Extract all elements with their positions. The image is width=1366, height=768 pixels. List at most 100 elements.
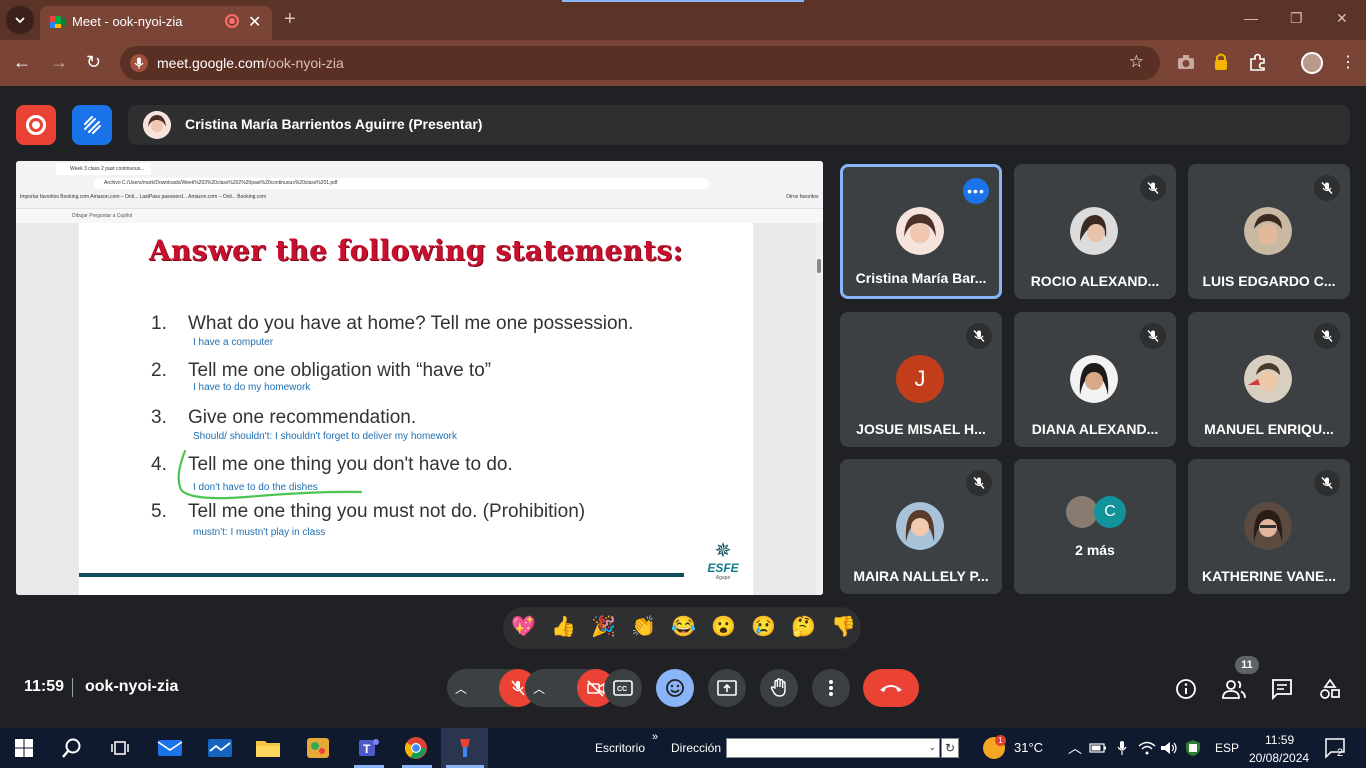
microphone-in-use-icon[interactable] xyxy=(130,54,148,72)
chevron-down-icon[interactable]: ⌄ xyxy=(928,742,936,753)
address-bar[interactable]: meet.google.com/ook-nyoi-zia ☆ xyxy=(120,46,1160,80)
reaction-surprised[interactable]: 😮 xyxy=(711,615,736,639)
participant-tile[interactable]: ROCIO ALEXAND... xyxy=(1014,164,1176,299)
participant-name: Cristina María Bar... xyxy=(855,270,987,286)
participant-avatar xyxy=(1244,207,1292,255)
audio-control-group: ︿ xyxy=(447,669,537,707)
paint-app[interactable] xyxy=(304,735,332,761)
battery-icon[interactable] xyxy=(1087,735,1109,761)
reaction-thumbs-up[interactable]: 👍 xyxy=(551,615,576,639)
chat-button[interactable] xyxy=(1270,677,1294,701)
address-toolbar-input[interactable]: ⌄ xyxy=(726,738,940,758)
audio-options-chevron-icon[interactable]: ︿ xyxy=(455,680,467,697)
forward-button[interactable]: → xyxy=(50,53,68,71)
shared-screen: Week 3 class 2 past continuous... Archiv… xyxy=(16,161,823,595)
more-options-button[interactable]: ••• xyxy=(963,178,989,204)
slide-footer-line xyxy=(79,573,684,577)
window-close-button[interactable]: ✕ xyxy=(1336,10,1348,27)
file-explorer-app[interactable] xyxy=(254,735,282,761)
shared-bookmarks: Importar favoritos Booking.com Amazon.co… xyxy=(20,194,267,200)
answer-1: I have a computer xyxy=(193,337,274,348)
tab-close-button[interactable]: ✕ xyxy=(248,12,261,32)
stocks-app[interactable] xyxy=(206,735,234,761)
profile-avatar[interactable] xyxy=(1301,52,1323,74)
recording-button[interactable] xyxy=(16,105,56,145)
browser-menu-button[interactable]: ⋮ xyxy=(1340,52,1356,72)
back-button[interactable]: ← xyxy=(13,53,31,71)
volume-icon[interactable] xyxy=(1158,735,1180,761)
present-screen-button[interactable] xyxy=(708,669,746,707)
camera-off-icon xyxy=(587,680,605,697)
folder-icon xyxy=(256,741,280,757)
reaction-thinking[interactable]: 🤔 xyxy=(791,615,816,639)
tab-search-button[interactable] xyxy=(6,6,34,34)
camera-in-use-icon[interactable] xyxy=(1175,51,1197,73)
raise-hand-button[interactable] xyxy=(760,669,798,707)
input-language[interactable]: ESP xyxy=(1215,741,1239,755)
task-view-button[interactable] xyxy=(106,735,134,761)
reload-button[interactable]: ↻ xyxy=(86,53,101,71)
reaction-heart[interactable]: 💖 xyxy=(511,615,536,639)
participant-tile[interactable]: MAIRA NALLELY P... xyxy=(840,459,1002,594)
pdf-scrollbar[interactable] xyxy=(816,223,823,595)
reaction-thumbs-down[interactable]: 👎 xyxy=(831,615,856,639)
mail-app[interactable] xyxy=(156,735,184,761)
browser-tab-meet[interactable]: Meet - ook-nyoi-zia ✕ xyxy=(40,6,272,40)
notifications-button[interactable]: 2 xyxy=(1324,737,1348,759)
taskbar-time[interactable]: 11:59 xyxy=(1265,733,1294,747)
hand-icon xyxy=(770,678,786,697)
maximize-button[interactable]: ❐ xyxy=(1290,10,1303,27)
logo-subtext: Agape xyxy=(715,575,731,581)
meet-app-active[interactable] xyxy=(451,735,479,761)
taskbar-date[interactable]: 20/08/2024 xyxy=(1249,751,1309,765)
scrollbar-thumb[interactable] xyxy=(817,259,821,273)
reaction-laugh[interactable]: 😂 xyxy=(671,615,696,639)
minimize-button[interactable]: — xyxy=(1244,10,1258,26)
question-3: 3. Give one recommendation. xyxy=(151,407,416,429)
meet-stage: Cristina María Barrientos Aguirre (Prese… xyxy=(0,86,1366,728)
reaction-clap[interactable]: 👏 xyxy=(631,615,656,639)
activities-button[interactable] xyxy=(1318,677,1342,701)
security-shield-icon[interactable] xyxy=(1182,735,1204,761)
extension-lock-icon[interactable] xyxy=(1210,51,1232,73)
people-button[interactable] xyxy=(1222,677,1246,701)
mic-off-icon xyxy=(966,470,992,496)
question-2: 2. Tell me one obligation with “have to” xyxy=(151,360,491,382)
participant-tile[interactable]: KATHERINE VANE... xyxy=(1188,459,1350,594)
new-tab-button[interactable]: + xyxy=(284,8,296,31)
more-participants-tile[interactable]: C 2 más xyxy=(1014,459,1176,594)
more-options-button[interactable] xyxy=(812,669,850,707)
participant-tile[interactable]: DIANA ALEXAND... xyxy=(1014,312,1176,447)
reaction-sad[interactable]: 😢 xyxy=(751,615,776,639)
captions-button[interactable]: CC xyxy=(604,669,642,707)
wifi-icon[interactable] xyxy=(1136,735,1158,761)
participant-tile[interactable]: MANUEL ENRIQU... xyxy=(1188,312,1350,447)
start-button[interactable] xyxy=(10,735,38,761)
participant-tile[interactable]: ••• Cristina María Bar... xyxy=(840,164,1002,299)
participant-count-badge: 11 xyxy=(1235,656,1259,674)
participant-tile[interactable]: LUIS EDGARDO C... xyxy=(1188,164,1350,299)
leave-call-button[interactable] xyxy=(863,669,919,707)
temperature[interactable]: 31°C xyxy=(1014,740,1043,755)
meeting-info-button[interactable] xyxy=(1174,677,1198,701)
video-options-chevron-icon[interactable]: ︿ xyxy=(533,680,545,697)
reaction-party[interactable]: 🎉 xyxy=(591,615,616,639)
microphone-tray-icon[interactable] xyxy=(1112,735,1132,761)
mic-off-icon xyxy=(1314,470,1340,496)
teams-app[interactable]: T xyxy=(354,735,382,761)
bookmark-star-icon[interactable]: ☆ xyxy=(1129,52,1144,72)
address-go-button[interactable]: ↻ xyxy=(941,738,959,758)
shared-other-favorites: Otros favoritos xyxy=(786,194,819,200)
taskbar-search-button[interactable] xyxy=(58,735,86,761)
url-host: meet.google.com xyxy=(157,55,265,71)
desktop-toolbar-label[interactable]: Escritorio xyxy=(595,741,645,755)
whiteboard-button[interactable] xyxy=(72,105,112,145)
meet-logo-icon xyxy=(50,16,66,28)
toolbar-overflow-chevron[interactable]: » xyxy=(652,731,658,743)
reactions-button[interactable] xyxy=(656,669,694,707)
chrome-app[interactable] xyxy=(402,735,430,761)
pen-whiteboard-icon xyxy=(84,116,101,134)
extensions-puzzle-icon[interactable] xyxy=(1247,51,1269,73)
participant-tile[interactable]: J JOSUE MISAEL H... xyxy=(840,312,1002,447)
show-hidden-icons-chevron-icon[interactable]: ︿ xyxy=(1068,738,1082,758)
